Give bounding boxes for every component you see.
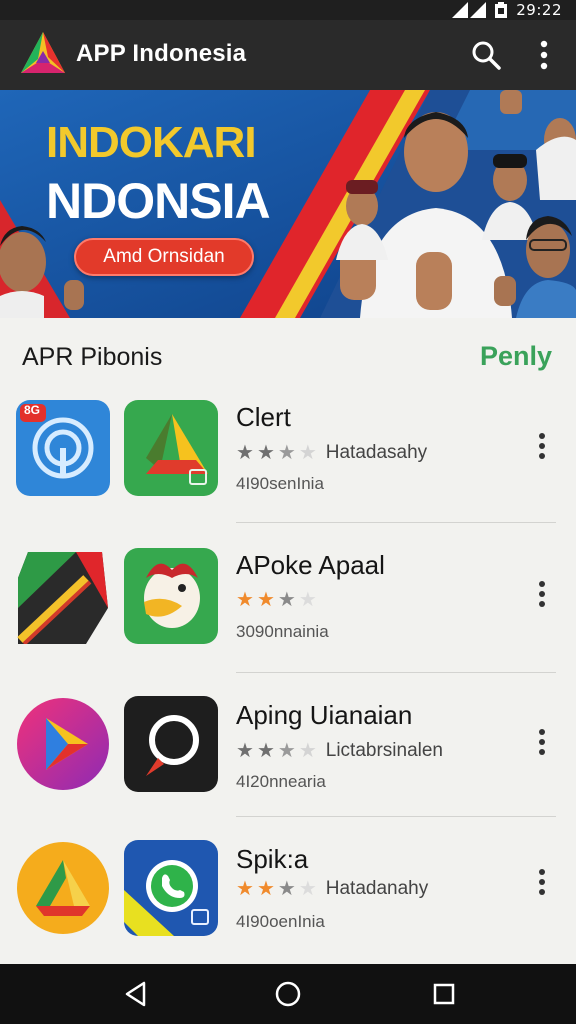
nav-recents-button[interactable] — [424, 976, 464, 1012]
star-filled-icon: ★ — [256, 589, 275, 611]
rating-label: Hatadanahy — [325, 878, 429, 899]
app-more-button[interactable] — [526, 426, 558, 466]
app-more-button[interactable] — [526, 722, 558, 762]
rating-label: Hatadasahy — [325, 442, 428, 463]
app-bar: APP Indonesia — [0, 20, 576, 90]
app-rating: ★ ★ ★ ★ Hatadasahy — [236, 442, 427, 464]
search-icon — [472, 41, 501, 70]
app-more-button[interactable] — [526, 862, 558, 902]
app-logo[interactable] — [18, 29, 68, 79]
star-filled-icon: ★ — [277, 740, 296, 762]
divider — [236, 672, 556, 673]
back-icon — [125, 981, 146, 1007]
star-filled-icon: ★ — [277, 589, 296, 611]
promo-banner[interactable]: INDOKARI NDONSIA Amd Ornsidan — [0, 90, 576, 318]
more-vert-icon — [539, 869, 545, 895]
section-title: APR Pibonis — [22, 343, 163, 371]
app-meta: 3090nnainia — [236, 622, 329, 641]
star-filled-icon: ★ — [256, 740, 275, 762]
list-item[interactable]: 8G Clert ★ ★ ★ ★ Hatadasahy 4I90senInia — [0, 388, 576, 538]
star-filled-icon: ★ — [236, 589, 254, 611]
app-rating: ★ ★ ★ ★ — [236, 590, 326, 610]
star-filled-icon: ★ — [236, 878, 254, 900]
new-badge: 8G — [24, 403, 41, 417]
star-filled-icon: ★ — [256, 442, 275, 464]
app-rating: ★ ★ ★ ★ Hatadanahy — [236, 878, 428, 900]
banner-title-line1: INDOKARI — [46, 118, 257, 167]
more-vert-icon — [539, 729, 545, 755]
section-header: APR Pibonis Penly — [0, 318, 576, 388]
nav-home-button[interactable] — [268, 976, 308, 1012]
battery-icon — [495, 2, 508, 18]
status-time: 29:22 — [516, 1, 562, 19]
nav-back-button[interactable] — [116, 976, 156, 1012]
pencil-app-icon[interactable] — [16, 548, 110, 644]
star-empty-icon: ★ — [298, 442, 317, 464]
app-name: Spik:a — [236, 844, 309, 874]
app-meta: 4I20nnearia — [236, 772, 326, 791]
more-vert-icon — [539, 581, 545, 607]
star-filled-icon: ★ — [256, 878, 275, 900]
home-icon — [275, 981, 301, 1007]
app-name: Clert — [236, 402, 291, 432]
system-nav-bar — [0, 964, 576, 1024]
search-button[interactable] — [466, 35, 506, 75]
star-filled-icon: ★ — [236, 442, 254, 464]
divider — [236, 816, 556, 817]
drive-app-icon[interactable] — [124, 400, 218, 496]
star-empty-icon: ★ — [298, 740, 317, 762]
star-empty-icon: ★ — [298, 589, 317, 611]
app-rating: ★ ★ ★ ★ Lictabrsinalen — [236, 740, 443, 762]
drive-app-icon[interactable] — [16, 840, 110, 936]
star-filled-icon: ★ — [277, 442, 296, 464]
app-more-button[interactable] — [526, 574, 558, 614]
app-meta: 4I90oenInia — [236, 912, 325, 931]
app-meta: 4I90senInia — [236, 474, 324, 493]
star-empty-icon: ★ — [298, 878, 317, 900]
list-item[interactable]: Aping Uianaian ★ ★ ★ ★ Lictabrsinalen 4I… — [0, 684, 576, 834]
banner-cta-button[interactable]: Amd Ornsidan — [74, 238, 254, 276]
list-item[interactable]: APoke Apaal ★ ★ ★ ★ 3090nnainia — [0, 536, 576, 686]
whatsapp-app-icon[interactable] — [124, 840, 218, 936]
more-vert-icon — [539, 433, 545, 459]
duck-app-icon[interactable] — [124, 548, 218, 644]
signal-icon — [452, 2, 487, 18]
search-lens-app-icon[interactable] — [124, 696, 218, 792]
app-title: APP Indonesia — [76, 40, 247, 67]
more-vert-icon — [540, 40, 548, 70]
app-name: APoke Apaal — [236, 550, 385, 580]
status-bar: 29:22 — [0, 0, 576, 20]
section-see-more-link[interactable]: Penly — [480, 341, 552, 372]
play-app-icon[interactable] — [16, 696, 110, 792]
app-name: Aping Uianaian — [236, 700, 413, 730]
rating-label: Lictabrsinalen — [325, 740, 443, 761]
banner-title-line2: NDONSIA — [46, 173, 271, 229]
star-filled-icon: ★ — [277, 878, 296, 900]
overflow-menu-button[interactable] — [524, 35, 564, 75]
recents-icon — [433, 983, 455, 1005]
star-filled-icon: ★ — [236, 740, 254, 762]
status-icons: 29:22 — [452, 0, 562, 20]
divider — [236, 522, 556, 523]
list-item[interactable]: Spik:a ★ ★ ★ ★ Hatadanahy 4I90oenInia — [0, 828, 576, 978]
